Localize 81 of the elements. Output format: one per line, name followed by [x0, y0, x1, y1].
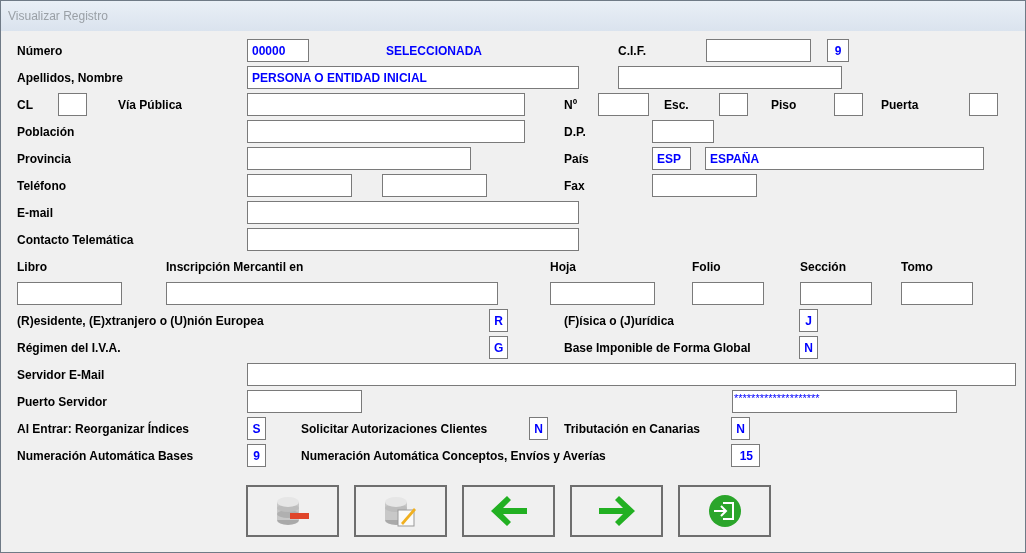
toolbar-button[interactable]: [246, 485, 339, 537]
toolbar-button[interactable]: [570, 485, 663, 537]
input-field[interactable]: [247, 93, 525, 116]
input-field[interactable]: [618, 66, 842, 89]
field-label: Libro: [17, 258, 48, 276]
input-field[interactable]: [550, 282, 655, 305]
field-label: (R)esidente, (E)xtranjero o (U)nión Europea: [17, 312, 265, 330]
field-label: Hoja: [550, 258, 577, 276]
arrow-right-icon: [596, 493, 637, 529]
input-field[interactable]: [247, 120, 525, 143]
input-field[interactable]: ESP: [652, 147, 691, 170]
toolbar-button[interactable]: [354, 485, 447, 537]
field-label: Tomo: [901, 258, 934, 276]
field-label: Numeración Automática Conceptos, Envíos y Averías: [301, 447, 607, 465]
field-label: Inscripción Mercantil en: [166, 258, 305, 276]
input-field[interactable]: [652, 120, 714, 143]
field-label: Puerto Servidor: [17, 393, 109, 411]
input-field[interactable]: S: [247, 417, 266, 440]
input-field[interactable]: 15: [731, 444, 760, 467]
field-label: Piso: [771, 96, 798, 114]
input-field[interactable]: N: [799, 336, 818, 359]
input-field[interactable]: 00000: [247, 39, 309, 62]
input-field[interactable]: [598, 93, 649, 116]
toolbar-button[interactable]: [678, 485, 771, 537]
field-label: (F)ísica o (J)urídica: [564, 312, 676, 330]
input-field[interactable]: [166, 282, 498, 305]
toolbar-button[interactable]: [462, 485, 555, 537]
window-title: Visualizar Registro: [8, 8, 108, 25]
input-field[interactable]: [17, 282, 122, 305]
password-field[interactable]: ********************: [732, 390, 957, 413]
input-field[interactable]: [58, 93, 87, 116]
field-label: Sección: [800, 258, 848, 276]
input-field[interactable]: G: [489, 336, 508, 359]
input-field[interactable]: [901, 282, 973, 305]
input-field[interactable]: [247, 147, 471, 170]
input-field[interactable]: N: [731, 417, 750, 440]
field-label: Contacto Telemática: [17, 231, 135, 249]
field-label: D.P.: [564, 123, 587, 141]
input-field[interactable]: [247, 201, 579, 224]
input-field[interactable]: [706, 39, 811, 62]
input-field[interactable]: [247, 174, 352, 197]
input-field[interactable]: [969, 93, 998, 116]
field-label: Teléfono: [17, 177, 68, 195]
field-label: Nº: [564, 96, 579, 114]
field-label: Base Imponible de Forma Global: [564, 339, 752, 357]
input-field[interactable]: N: [529, 417, 548, 440]
input-field[interactable]: [652, 174, 757, 197]
input-field[interactable]: [247, 363, 1016, 386]
field-label: Al Entrar: Reorganizar Índices: [17, 420, 191, 438]
field-label: Fax: [564, 177, 586, 195]
field-label: Numeración Automática Bases: [17, 447, 195, 465]
field-label: Folio: [692, 258, 722, 276]
input-field[interactable]: [800, 282, 872, 305]
field-label: CL: [17, 96, 34, 114]
field-label: C.I.F.: [618, 42, 647, 60]
field-label: Vía Pública: [118, 96, 184, 114]
input-field[interactable]: [834, 93, 863, 116]
field-label: Esc.: [664, 96, 690, 114]
field-label: Apellidos, Nombre: [17, 69, 124, 87]
input-field[interactable]: R: [489, 309, 508, 332]
field-label: Número: [17, 42, 64, 60]
field-label: Régimen del I.V.A.: [17, 339, 122, 357]
field-label: Servidor E-Mail: [17, 366, 106, 384]
field-label: Puerta: [881, 96, 920, 114]
status-text: SELECCIONADA: [386, 42, 483, 60]
input-field[interactable]: ESPAÑA: [705, 147, 984, 170]
field-label: Tributación en Canarias: [564, 420, 702, 438]
field-label: Provincia: [17, 150, 73, 168]
input-field[interactable]: [247, 390, 362, 413]
field-label: E-mail: [17, 204, 54, 222]
input-field[interactable]: 9: [247, 444, 266, 467]
input-field[interactable]: [719, 93, 748, 116]
field-label: Población: [17, 123, 76, 141]
input-field[interactable]: [692, 282, 764, 305]
field-label: Solicitar Autorizaciones Clientes: [301, 420, 489, 438]
input-field[interactable]: [247, 228, 579, 251]
input-field[interactable]: 9: [827, 39, 849, 62]
field-label: País: [564, 150, 590, 168]
input-field[interactable]: [382, 174, 487, 197]
input-field[interactable]: J: [799, 309, 818, 332]
input-field[interactable]: PERSONA O ENTIDAD INICIAL: [247, 66, 579, 89]
